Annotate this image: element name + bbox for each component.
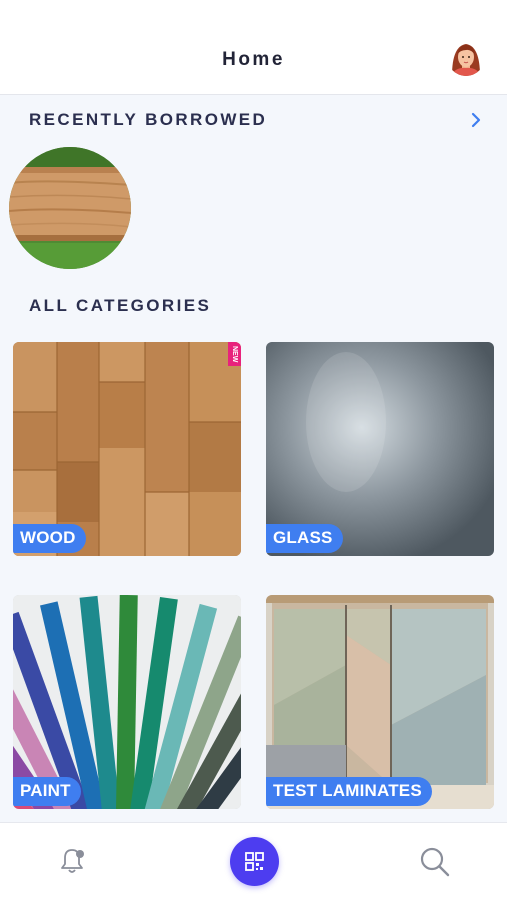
wood-plank-thumbnail bbox=[9, 147, 131, 269]
category-card-test-laminates[interactable]: TEST LAMINATES bbox=[266, 595, 494, 809]
category-label: GLASS bbox=[266, 524, 343, 553]
category-card-glass[interactable]: GLASS bbox=[266, 342, 494, 556]
category-label: PAINT bbox=[13, 777, 81, 806]
category-label: WOOD bbox=[13, 524, 86, 553]
all-categories-heading: ALL CATEGORIES bbox=[29, 296, 212, 315]
qr-code-icon bbox=[245, 852, 264, 871]
chevron-right-icon bbox=[471, 112, 481, 128]
page-title: Home bbox=[222, 49, 285, 70]
avatar-icon bbox=[447, 38, 485, 76]
see-more-button[interactable] bbox=[467, 110, 485, 130]
scan-qr-button[interactable] bbox=[230, 837, 279, 886]
category-card-wood[interactable]: NEW WOOD bbox=[13, 342, 241, 556]
recent-item-wood[interactable] bbox=[9, 147, 131, 269]
recently-borrowed-heading: RECENTLY BORROWED bbox=[29, 110, 268, 129]
notifications-tab[interactable] bbox=[56, 845, 88, 882]
category-label: TEST LAMINATES bbox=[266, 777, 432, 806]
search-tab[interactable] bbox=[418, 845, 452, 884]
category-card-paint[interactable]: PAINT bbox=[13, 595, 241, 809]
new-badge: NEW bbox=[228, 342, 241, 366]
bell-icon bbox=[61, 849, 84, 873]
app-header: Home bbox=[0, 0, 507, 95]
profile-avatar[interactable] bbox=[447, 38, 485, 76]
search-icon bbox=[420, 847, 450, 877]
